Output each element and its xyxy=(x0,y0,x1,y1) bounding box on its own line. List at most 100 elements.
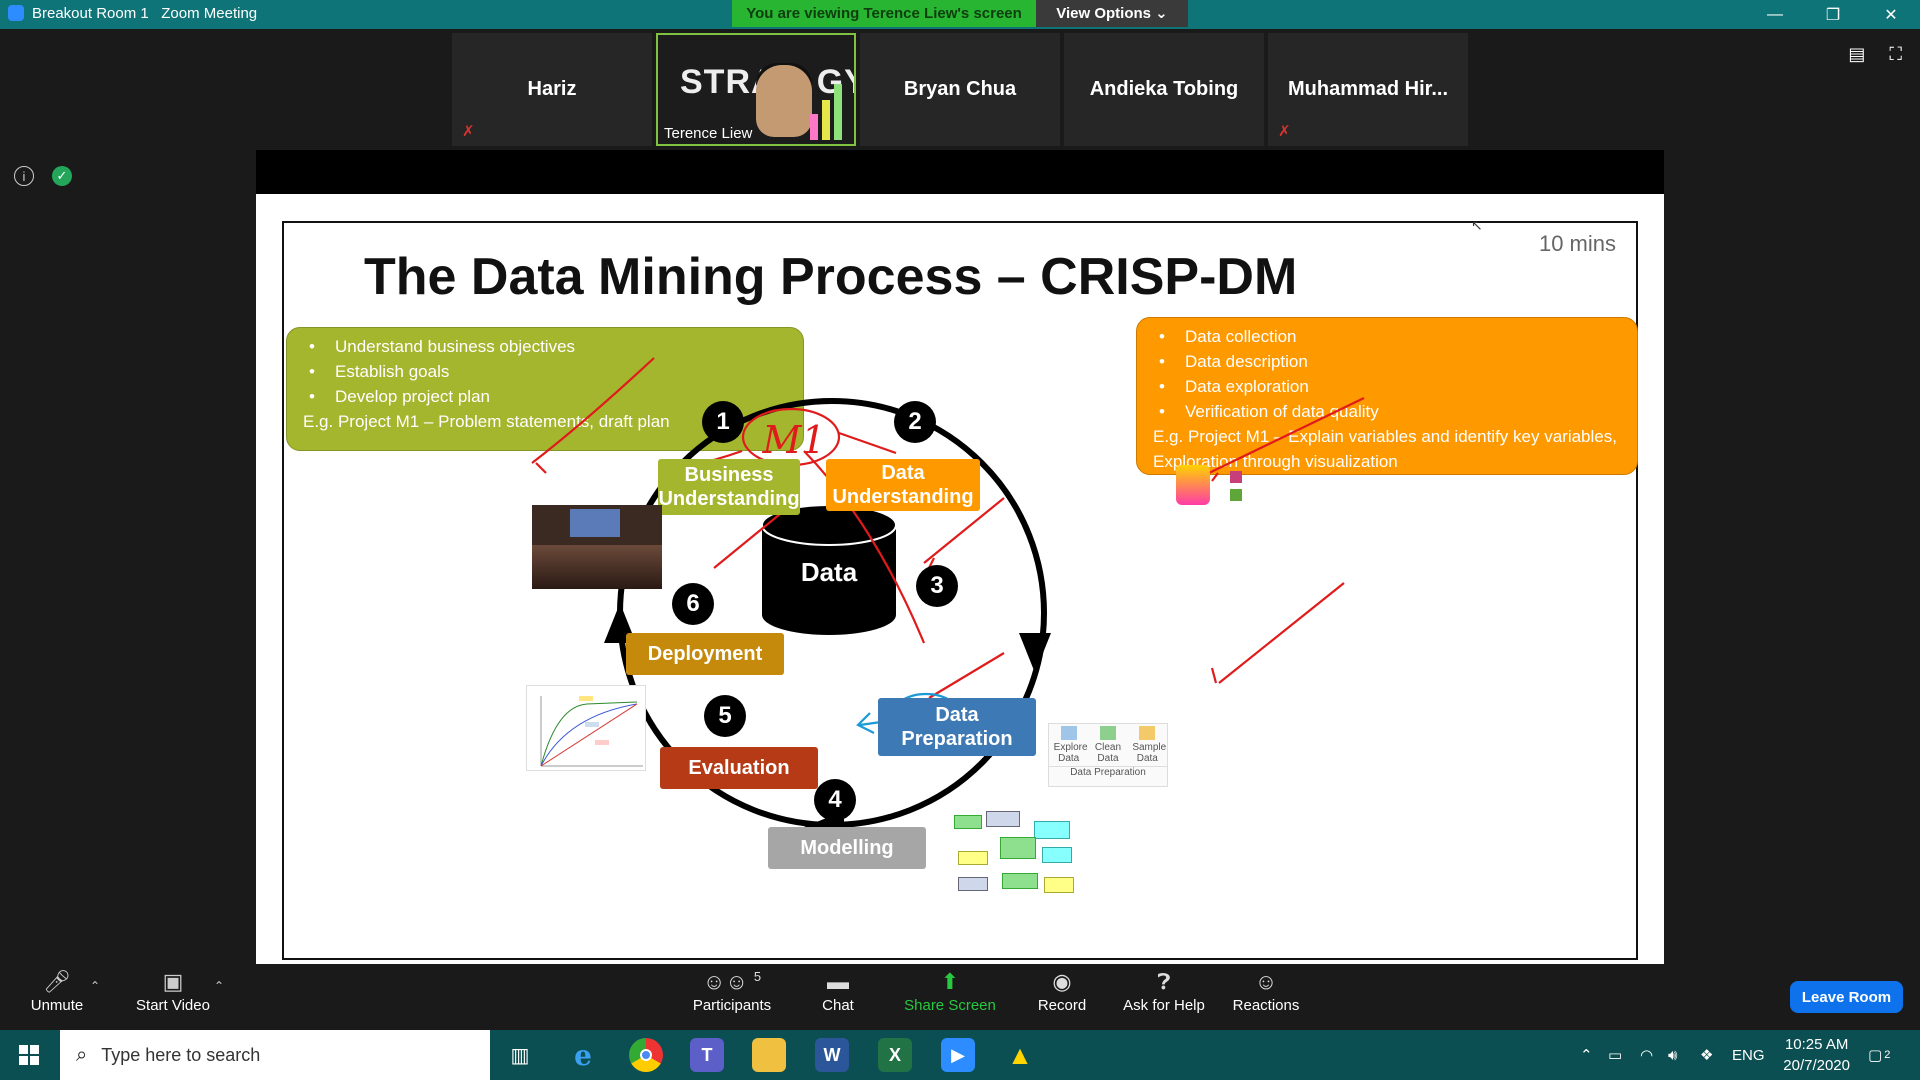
slide-timer: 10 mins xyxy=(1538,231,1616,256)
info-icon[interactable]: i xyxy=(14,166,34,186)
clean-data-icon xyxy=(1099,726,1116,740)
clock-time: 10:25 AM xyxy=(1784,1036,1849,1053)
word-icon[interactable]: W xyxy=(815,1038,849,1072)
minimize-icon[interactable]: — xyxy=(1746,0,1804,29)
prep-item-label: Sample Data xyxy=(1132,742,1167,764)
file-explorer-icon[interactable] xyxy=(752,1038,786,1072)
fullscreen-icon[interactable]: ⛶ xyxy=(1889,44,1902,65)
photo-audience xyxy=(532,545,662,589)
thumb-node xyxy=(1230,471,1242,483)
zoom-taskbar-icon[interactable]: ▶ xyxy=(941,1038,975,1072)
battery-icon[interactable]: ▭ xyxy=(1608,1030,1622,1080)
evaluation-chart-thumb xyxy=(526,685,646,771)
step-data-understanding: Data Understanding xyxy=(826,459,980,511)
participant-tile[interactable]: Hariz ✗ xyxy=(452,33,652,146)
thumb-node xyxy=(958,877,988,891)
chrome-icon[interactable] xyxy=(629,1038,663,1072)
viewing-banner: You are viewing Terence Liew's screen xyxy=(732,0,1036,27)
participant-name: Terence Liew xyxy=(664,125,753,142)
audio-options-caret[interactable]: ⌃ xyxy=(90,979,100,993)
leave-room-button[interactable]: Leave Room xyxy=(1790,981,1903,1013)
data-understanding-thumb xyxy=(1144,465,1254,509)
start-button[interactable] xyxy=(0,1030,58,1080)
video-background-bar xyxy=(834,84,842,140)
edge-icon[interactable]: e xyxy=(566,1038,600,1072)
bullet-item: Establish goals xyxy=(303,359,787,384)
data-cylinder-bottom xyxy=(762,595,896,635)
excel-icon[interactable]: X xyxy=(878,1038,912,1072)
ink-m1-label: M1 xyxy=(762,418,826,462)
reactions-button[interactable]: ☺ Reactions xyxy=(1211,969,1321,1014)
start-video-label: Start Video xyxy=(136,997,210,1014)
video-background-bar xyxy=(822,100,830,140)
share-screen-label: Share Screen xyxy=(904,997,996,1014)
search-icon: ⌕ xyxy=(76,1043,88,1066)
notification-count: 2 xyxy=(1884,1049,1891,1061)
video-off-icon: ▣ xyxy=(162,969,184,994)
thumb-node xyxy=(958,851,988,865)
ask-for-help-button[interactable]: ❓︎ Ask for Help xyxy=(1109,969,1219,1014)
step-business-understanding: Business Understanding xyxy=(658,459,800,515)
prep-item-label: Clean Data xyxy=(1094,742,1122,764)
mic-muted-icon: ✗ xyxy=(462,123,475,140)
app-triangle-icon[interactable]: ▲ xyxy=(1003,1038,1037,1072)
teams-icon[interactable]: T xyxy=(690,1038,724,1072)
step-number: 2 xyxy=(894,401,936,443)
slide: The Data Mining Process – CRISP-DM 10 mi… xyxy=(282,217,1638,960)
windows-taskbar: ⌕ Type here to search ▥ e T W X ▶ ▲ ⌃ ▭ ◠… xyxy=(0,1030,1920,1080)
participant-strip: Hariz✗ STRAT GY Terence Liew Bryan Chua … xyxy=(452,33,1468,146)
bullet-item: Understand business objectives xyxy=(303,334,787,359)
taskbar-clock[interactable]: 10:25 AM 20/7/2020 xyxy=(1783,1034,1850,1076)
step-number: 4 xyxy=(814,779,856,821)
windows-logo-icon xyxy=(19,1045,39,1065)
wifi-icon[interactable]: ◠ xyxy=(1640,1030,1653,1080)
explore-data-icon xyxy=(1060,726,1077,740)
participant-name: Bryan Chua xyxy=(903,78,1017,100)
tray-show-hidden-icon[interactable]: ⌃ xyxy=(1580,1030,1593,1080)
language-indicator[interactable]: ENG xyxy=(1732,1030,1765,1080)
participants-count: 5 xyxy=(753,969,762,984)
participant-name: Muhammad Hir... xyxy=(1287,78,1449,100)
clock-date: 20/7/2020 xyxy=(1783,1057,1850,1074)
start-video-button[interactable]: ▣ Start Video xyxy=(118,969,228,1014)
data-preparation-thumb: Explore Data Clean Data Sample Data Data… xyxy=(1048,723,1168,787)
evaluation-chart-graphic xyxy=(540,696,643,767)
zoom-logo-icon xyxy=(8,5,24,21)
view-options-button[interactable]: View Options ⌄ xyxy=(1036,0,1188,27)
task-view-icon[interactable]: ▥ xyxy=(503,1038,537,1072)
thumb-database-graphic xyxy=(1176,465,1210,505)
thumb-node xyxy=(1044,877,1074,893)
prep-item: Explore Data xyxy=(1054,726,1088,764)
participant-tile[interactable]: Muhammad Hir... ✗ xyxy=(1268,33,1468,146)
meeting-info-icons: i ✓ xyxy=(14,166,72,186)
conference-photo xyxy=(532,505,662,589)
shield-icon[interactable]: ✓ xyxy=(52,166,72,186)
close-icon[interactable]: ✕ xyxy=(1862,0,1920,29)
chat-icon: ▬ xyxy=(827,969,849,994)
restore-icon[interactable]: ❐ xyxy=(1804,0,1862,29)
participant-tile-video[interactable]: STRAT GY Terence Liew xyxy=(656,33,856,146)
chat-button[interactable]: ▬ Chat xyxy=(783,969,893,1014)
notification-center-button[interactable]: ▢ 2 xyxy=(1868,1030,1890,1080)
share-screen-button[interactable]: ⬆ Share Screen xyxy=(895,969,1005,1014)
participant-tile[interactable]: Bryan Chua xyxy=(860,33,1060,146)
prep-item: Sample Data xyxy=(1132,726,1166,764)
gallery-view-icon[interactable]: ▤ xyxy=(1848,44,1865,65)
participant-tile[interactable]: Andieka Tobing xyxy=(1064,33,1264,146)
taskbar-search[interactable]: ⌕ Type here to search xyxy=(60,1030,490,1080)
ask-for-help-label: Ask for Help xyxy=(1123,997,1205,1014)
video-options-caret[interactable]: ⌃ xyxy=(214,979,224,993)
app-name: Zoom Meeting xyxy=(161,5,258,22)
window-title: Breakout Room 1 Zoom Meeting xyxy=(8,5,257,22)
bullet-item: Data description xyxy=(1153,349,1621,374)
thumb-node xyxy=(1000,837,1036,859)
dropbox-icon[interactable]: ❖ xyxy=(1700,1030,1713,1080)
room-name: Breakout Room 1 xyxy=(32,5,149,22)
record-button[interactable]: ◉ Record xyxy=(1007,969,1117,1014)
data-understanding-box: Data collection Data description Data ex… xyxy=(1136,317,1638,475)
mic-muted-icon: ✗ xyxy=(1278,123,1291,140)
thumb-node xyxy=(1002,873,1038,889)
participants-button[interactable]: ☺☺ 5 Participants xyxy=(677,969,787,1014)
data-center-label: Data xyxy=(800,557,858,587)
volume-icon[interactable]: 🔊︎ xyxy=(1668,1030,1677,1080)
